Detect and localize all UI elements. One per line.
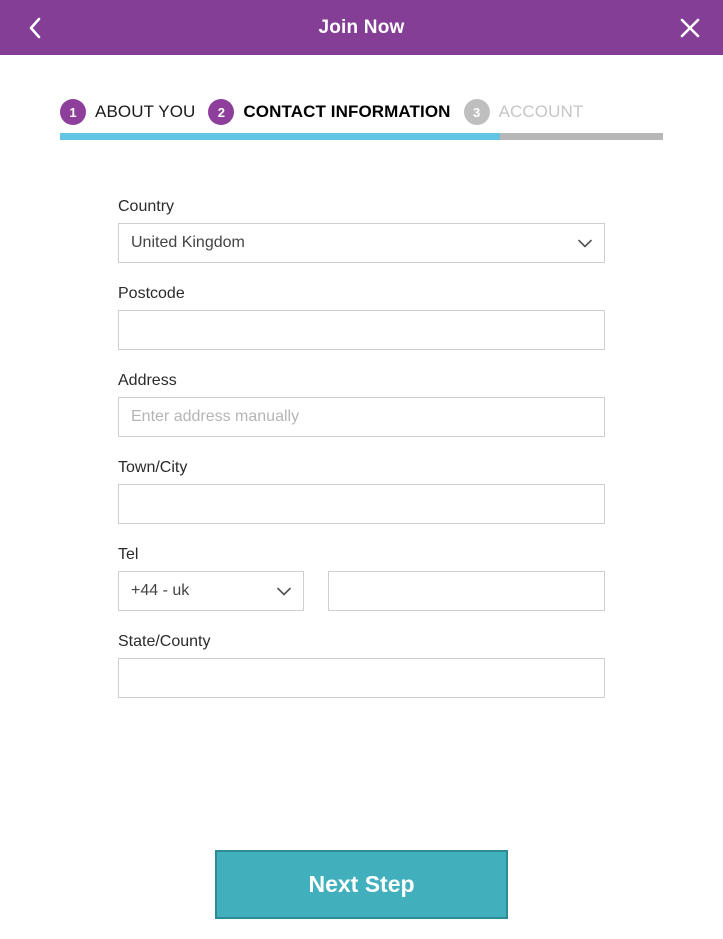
- contact-information-form: Country United Kingdom Postcode Address …: [118, 198, 605, 720]
- country-select[interactable]: United Kingdom: [118, 223, 605, 263]
- field-country: Country United Kingdom: [118, 198, 605, 263]
- country-label: Country: [118, 198, 175, 215]
- address-label: Address: [118, 372, 177, 389]
- field-state-county: State/County: [118, 633, 605, 698]
- step-label: ABOUT YOU: [95, 102, 196, 121]
- modal-header: Join Now: [0, 0, 723, 55]
- next-step-button[interactable]: Next Step: [215, 850, 508, 919]
- town-city-label: Town/City: [118, 459, 188, 476]
- step-item-contact-information[interactable]: 2 CONTACT INFORMATION: [208, 99, 450, 125]
- postcode-label: Postcode: [118, 285, 185, 302]
- step-number-badge: 3: [463, 99, 490, 125]
- field-postcode: Postcode: [118, 285, 605, 350]
- step-indicator: 1 ABOUT YOU 2 CONTACT INFORMATION 3 ACCO…: [60, 92, 663, 140]
- field-town-city: Town/City: [118, 459, 605, 524]
- field-tel: Tel +44 - uk: [118, 546, 605, 611]
- state-county-label: State/County: [118, 633, 211, 650]
- step-label: CONTACT INFORMATION: [243, 102, 451, 121]
- tel-label: Tel: [118, 546, 139, 563]
- close-button[interactable]: [673, 11, 707, 45]
- address-input[interactable]: [118, 397, 605, 437]
- step-number-badge: 2: [208, 99, 235, 125]
- step-number-badge: 1: [60, 99, 86, 125]
- field-address: Address: [118, 372, 605, 437]
- step-item-about-you[interactable]: 1 ABOUT YOU: [60, 99, 195, 125]
- state-county-input[interactable]: [118, 658, 605, 698]
- page-title: Join Now: [318, 16, 405, 38]
- progress-bar-fill: [60, 133, 501, 140]
- back-button[interactable]: [18, 12, 52, 44]
- town-city-input[interactable]: [118, 484, 605, 524]
- postcode-input[interactable]: [118, 310, 605, 350]
- country-select-wrapper[interactable]: United Kingdom: [118, 223, 605, 263]
- step-list: 1 ABOUT YOU 2 CONTACT INFORMATION 3 ACCO…: [60, 92, 663, 132]
- tel-number-input[interactable]: [328, 571, 605, 611]
- tel-row: +44 - uk: [118, 571, 605, 611]
- close-icon: [680, 18, 700, 38]
- dial-code-select[interactable]: +44 - uk: [118, 571, 304, 611]
- chevron-left-icon: [29, 17, 41, 39]
- progress-bar-track: [60, 133, 663, 140]
- step-item-account[interactable]: 3 ACCOUNT: [463, 99, 584, 125]
- step-label: ACCOUNT: [498, 102, 584, 121]
- dial-code-select-wrapper[interactable]: +44 - uk: [118, 571, 304, 611]
